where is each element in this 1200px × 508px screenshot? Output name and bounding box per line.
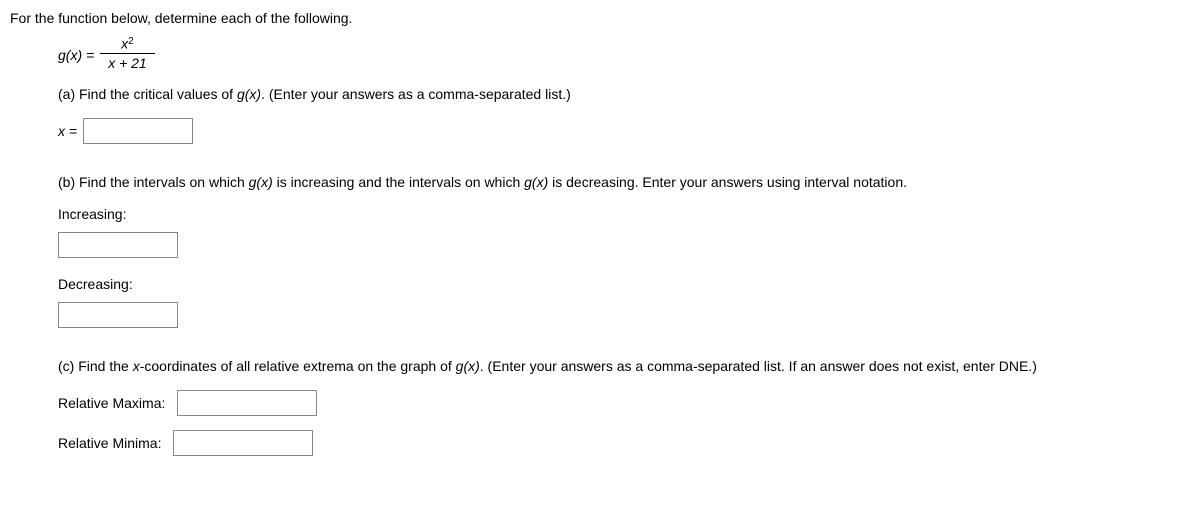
part-c: (c) Find the x-coordinates of all relati…: [58, 358, 1190, 456]
relative-minima-input[interactable]: [173, 430, 313, 456]
fraction-numerator: x2: [113, 36, 142, 53]
increasing-input[interactable]: [58, 232, 178, 258]
decreasing-label: Decreasing:: [58, 276, 1190, 292]
minima-line: Relative Minima:: [58, 430, 1190, 456]
function-fraction: x2 x + 21: [100, 36, 155, 70]
relative-maxima-input[interactable]: [177, 390, 317, 416]
fraction-denominator: x + 21: [100, 53, 155, 70]
part-b-prefix: (b) Find the intervals on which: [58, 174, 249, 190]
part-c-xcoord: x: [133, 358, 140, 374]
num-exp: 2: [128, 36, 134, 47]
part-c-prefix: (c) Find the: [58, 358, 133, 374]
increasing-block: Increasing:: [58, 206, 1190, 258]
part-b: (b) Find the intervals on which g(x) is …: [58, 174, 1190, 328]
critical-values-input[interactable]: [83, 118, 193, 144]
decreasing-input[interactable]: [58, 302, 178, 328]
part-b-suffix: is decreasing. Enter your answers using …: [548, 174, 907, 190]
part-a: (a) Find the critical values of g(x). (E…: [58, 86, 1190, 144]
part-a-prompt: (a) Find the critical values of g(x). (E…: [58, 86, 1190, 102]
part-c-fn: g(x): [456, 358, 480, 374]
part-b-fn2: g(x): [524, 174, 548, 190]
part-b-mid: is increasing and the intervals on which: [273, 174, 524, 190]
increasing-label: Increasing:: [58, 206, 1190, 222]
function-lhs: g(x) =: [58, 47, 94, 63]
part-a-answer-line: x =: [58, 118, 1190, 144]
minima-label: Relative Minima:: [58, 435, 161, 451]
part-a-suffix: . (Enter your answers as a comma-separat…: [261, 86, 571, 102]
part-a-fn: g(x): [237, 86, 261, 102]
part-b-fn: g(x): [249, 174, 273, 190]
part-c-mid: -coordinates of all relative extrema on …: [140, 358, 456, 374]
problem-content: g(x) = x2 x + 21 (a) Find the critical v…: [10, 38, 1190, 456]
maxima-line: Relative Maxima:: [58, 390, 1190, 416]
part-c-suffix: . (Enter your answers as a comma-separat…: [480, 358, 1037, 374]
part-a-label: x =: [58, 123, 77, 139]
part-c-prompt: (c) Find the x-coordinates of all relati…: [58, 358, 1190, 374]
function-definition: g(x) = x2 x + 21: [58, 38, 1190, 72]
part-b-prompt: (b) Find the intervals on which g(x) is …: [58, 174, 1190, 190]
part-a-prefix: (a) Find the critical values of: [58, 86, 237, 102]
decreasing-block: Decreasing:: [58, 276, 1190, 328]
intro-text: For the function below, determine each o…: [10, 10, 1190, 26]
maxima-label: Relative Maxima:: [58, 395, 165, 411]
